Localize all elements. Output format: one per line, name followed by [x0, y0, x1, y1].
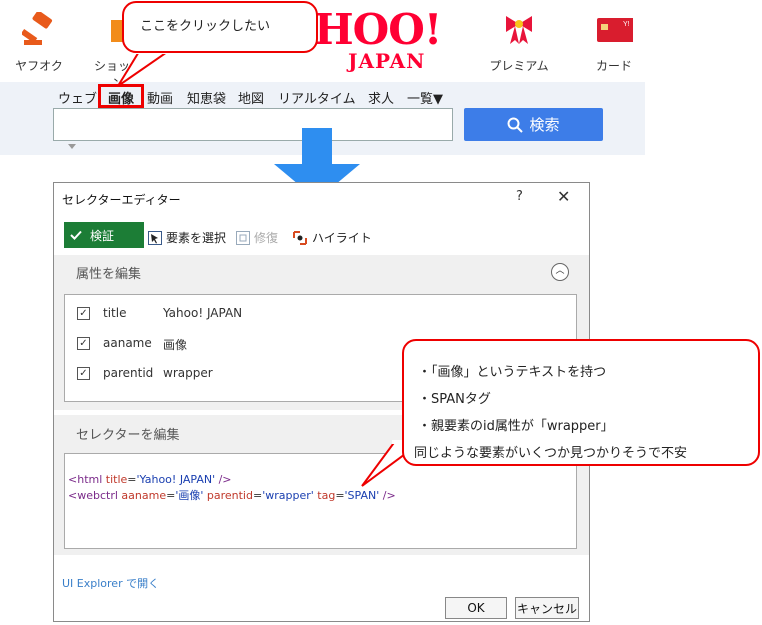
cancel-button[interactable]: キャンセル	[515, 597, 579, 619]
tab-map[interactable]: 地図	[238, 88, 264, 107]
selector-line: <webctrl aaname='画像' parentid='wrapper' …	[68, 489, 396, 502]
selector-editor[interactable]: <html title='Yahoo! JAPAN' /> <webctrl a…	[64, 453, 577, 549]
gavel-icon	[20, 10, 53, 45]
edit-selector-label: セレクターを編集	[76, 428, 180, 443]
callout-note-line: ・SPANタグ	[418, 392, 491, 407]
attr-checkbox-title[interactable]: ✓	[77, 307, 90, 320]
callout-note-line: ・親要素のid属性が「wrapper」	[418, 419, 614, 434]
callout-top: ここをクリックしたい	[122, 1, 318, 53]
select-element-label: 要素を選択	[166, 231, 227, 245]
tab-realtime[interactable]: リアルタイム	[278, 88, 356, 107]
search-icon	[507, 117, 524, 133]
card-label: カード	[595, 59, 632, 73]
highlight-icon	[293, 230, 307, 245]
callout-note: ・「画像」というテキストを持つ ・SPANタグ ・親要素のid属性が「wrapp…	[402, 339, 760, 466]
ribbon-icon	[506, 16, 532, 44]
attr-value[interactable]: 画像	[163, 336, 187, 353]
callout-top-pointer	[117, 50, 172, 87]
callout-note-line: ・「画像」というテキストを持つ	[418, 365, 607, 380]
search-button-label: 検索	[529, 116, 560, 134]
attr-value[interactable]: Yahoo! JAPAN	[163, 306, 242, 320]
premium-label: プレミアム	[489, 59, 549, 73]
tab-jobs[interactable]: 求人	[368, 88, 394, 107]
selector-line: <html title='Yahoo! JAPAN' />	[68, 473, 232, 486]
callout-top-text: ここをクリックしたい	[140, 19, 271, 34]
search-input[interactable]	[53, 108, 453, 141]
premium-shortcut[interactable]: プレミアム	[488, 12, 550, 74]
edit-attributes-label: 属性を編集	[76, 267, 142, 282]
dialog-title: セレクターエディター	[62, 193, 181, 207]
search-button[interactable]: 検索	[464, 108, 603, 141]
check-icon	[70, 230, 82, 240]
repair-button[interactable]: 修復	[236, 229, 278, 246]
auction-label: ヤフオク	[15, 59, 63, 73]
attr-checkbox-parentid[interactable]: ✓	[77, 367, 90, 380]
card-shortcut[interactable]: Y! カード	[590, 12, 638, 74]
help-button[interactable]: ?	[516, 189, 523, 204]
yahoo-japan-logo[interactable]: HOO! JAPAN	[314, 8, 442, 72]
validate-label: 検証	[90, 228, 115, 243]
tab-web[interactable]: ウェブ	[58, 88, 97, 107]
tab-video[interactable]: 動画	[147, 88, 173, 107]
attr-checkbox-aaname[interactable]: ✓	[77, 337, 90, 350]
auction-shortcut[interactable]: ヤフオク	[14, 10, 64, 74]
ui-explorer-link[interactable]: UI Explorer で開く	[62, 575, 159, 591]
dropdown-caret-icon[interactable]	[68, 144, 76, 149]
validate-button[interactable]: 検証	[64, 222, 144, 248]
repair-label: 修復	[254, 231, 279, 245]
repair-icon	[236, 230, 250, 245]
highlight-button[interactable]: ハイライト	[292, 229, 372, 246]
highlight-label: ハイライト	[312, 231, 372, 245]
collapse-icon[interactable]: ︿	[551, 263, 569, 281]
select-element-button[interactable]: 要素を選択	[148, 229, 226, 246]
attr-name: parentid	[103, 366, 154, 380]
attr-name: title	[103, 306, 127, 320]
credit-card-icon: Y!	[597, 18, 635, 42]
attr-name: aaname	[103, 336, 152, 350]
card-badge: Y!	[623, 21, 630, 28]
callout-note-line: 同じような要素がいくつか見つかりそうで不安	[414, 446, 688, 461]
cursor-icon	[148, 230, 162, 245]
close-button[interactable]: ✕	[557, 187, 570, 206]
tab-chiebukuro[interactable]: 知恵袋	[187, 88, 226, 107]
tab-more[interactable]: 一覧▼	[407, 88, 443, 107]
ok-button[interactable]: OK	[445, 597, 507, 619]
attr-value[interactable]: wrapper	[163, 366, 213, 380]
